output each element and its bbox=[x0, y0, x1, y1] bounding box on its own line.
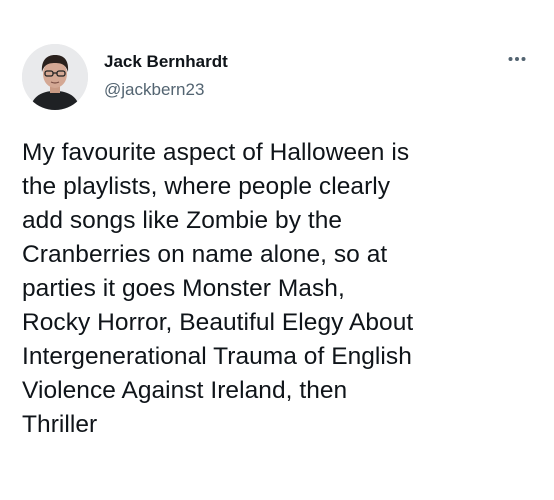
author-handle[interactable]: @jackbern23 bbox=[104, 80, 204, 100]
more-options-button[interactable] bbox=[500, 48, 534, 70]
profile-photo-icon bbox=[22, 44, 88, 110]
author-avatar[interactable] bbox=[22, 44, 88, 110]
more-options-icon bbox=[508, 57, 526, 61]
tweet: Jack Bernhardt @jackbern23 My favourite … bbox=[0, 0, 554, 500]
tweet-text: My favourite aspect of Halloween is the … bbox=[22, 139, 414, 438]
author-display-name[interactable]: Jack Bernhardt bbox=[104, 52, 228, 72]
